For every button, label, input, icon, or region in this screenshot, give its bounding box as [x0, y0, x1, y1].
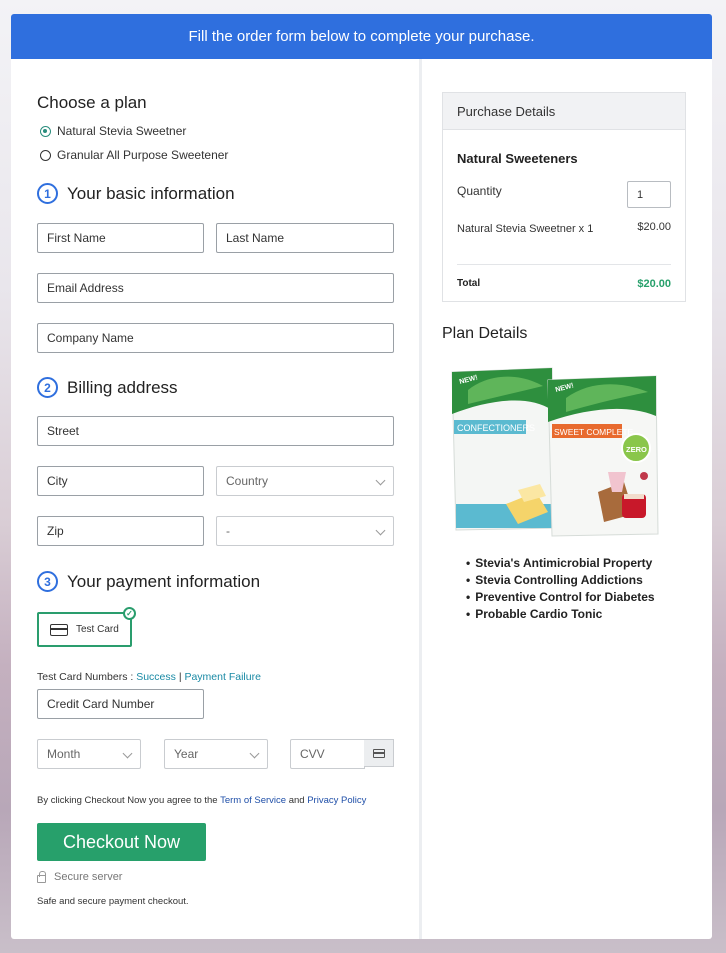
terms-and: and	[288, 795, 305, 806]
test-card-option[interactable]: Test Card ✓	[37, 607, 136, 647]
cvv-input[interactable]: CVV	[290, 739, 365, 769]
step-number: 2	[37, 377, 58, 398]
product-title: Natural Sweeteners	[457, 151, 578, 166]
year-select-value: Year	[174, 747, 199, 761]
success-link[interactable]: Success	[136, 671, 176, 683]
cvv-card-icon	[364, 739, 394, 767]
plan-option-granular[interactable]: Granular All Purpose Sweetener	[40, 148, 228, 162]
month-select-value: Month	[47, 747, 81, 761]
street-input[interactable]: Street	[37, 416, 394, 446]
line-item-price: $20.00	[637, 221, 671, 233]
list-item: Stevia's Antimicrobial Property	[466, 555, 655, 572]
radio-unselected-icon	[40, 149, 51, 161]
credit-card-icon	[50, 623, 68, 636]
banner-text: Fill the order form below to complete yo…	[188, 28, 535, 45]
privacy-policy-link[interactable]: Privacy Policy	[307, 795, 366, 806]
company-input[interactable]: Company Name	[37, 323, 394, 353]
plan-option-label: Natural Stevia Sweetner	[57, 124, 187, 138]
quantity-label: Quantity	[457, 184, 502, 198]
terms-of-service-link[interactable]: Term of Service	[220, 795, 286, 806]
step-basic-info: 1 Your basic information	[37, 183, 235, 204]
country-select[interactable]: Country	[216, 466, 394, 496]
purchase-details-box: Purchase Details Natural Sweeteners Quan…	[442, 92, 686, 302]
line-item-name: Natural Stevia Sweetner x 1	[457, 223, 594, 235]
test-numbers-label: Test Card Numbers :	[37, 671, 134, 683]
country-select-value: Country	[226, 474, 269, 488]
order-form-card: Choose a plan Natural Stevia Sweetner Gr…	[11, 59, 712, 939]
terms-text: By clicking Checkout Now you agree to th…	[37, 795, 366, 806]
list-item: Preventive Control for Diabetes	[466, 589, 654, 606]
step-heading: Your basic information	[67, 183, 235, 203]
chevron-down-icon	[375, 475, 386, 486]
quantity-input[interactable]: 1	[627, 181, 671, 208]
link-separator: |	[178, 671, 182, 683]
plan-details-heading: Plan Details	[442, 325, 528, 342]
chevron-down-icon	[375, 525, 386, 536]
total-value: $20.00	[637, 278, 671, 290]
test-card-numbers: Test Card Numbers : Success | Payment Fa…	[37, 671, 261, 683]
test-card-label: Test Card	[76, 624, 119, 635]
radio-selected-icon	[40, 125, 51, 137]
list-item: Stevia Controlling Addictions	[466, 572, 655, 589]
payment-failure-link[interactable]: Payment Failure	[184, 671, 260, 683]
year-select[interactable]: Year	[164, 739, 268, 769]
sweet-complete-bag: SWEET COMPLETE NEW! ZERO	[547, 375, 659, 537]
check-icon: ✓	[123, 607, 136, 620]
plan-heading: Choose a plan	[37, 93, 147, 112]
step-payment: 3 Your payment information	[37, 571, 260, 592]
chevron-down-icon	[249, 748, 260, 759]
bag-left-text: CONFECTIONERS	[457, 423, 535, 433]
secure-server-label: Secure server	[54, 871, 123, 883]
month-select[interactable]: Month	[37, 739, 141, 769]
product-image: CONFECTIONERS NEW! SWEET COMPLETE NEW! Z…	[451, 367, 659, 537]
bag-right-text: SWEET COMPLETE	[554, 427, 634, 437]
step-billing: 2 Billing address	[37, 377, 178, 398]
zip-input[interactable]: Zip	[37, 516, 204, 546]
card-number-input[interactable]: Credit Card Number	[37, 689, 204, 719]
column-divider	[419, 59, 422, 939]
plan-option-label: Granular All Purpose Sweetener	[57, 148, 229, 162]
terms-prefix: By clicking Checkout Now you agree to th…	[37, 795, 218, 806]
confectioners-bag: CONFECTIONERS NEW!	[451, 367, 557, 531]
step-heading: Billing address	[67, 377, 178, 397]
city-input[interactable]: City	[37, 466, 204, 496]
chevron-down-icon	[122, 748, 133, 759]
step-heading: Your payment information	[67, 571, 261, 591]
lock-icon	[37, 870, 46, 883]
bag-badge-text: ZERO	[626, 445, 647, 454]
step-number: 3	[37, 571, 58, 592]
list-item: Probable Cardio Tonic	[466, 606, 655, 623]
plan-features-list: Stevia's Antimicrobial Property Stevia C…	[466, 555, 655, 623]
secure-server: Secure server	[37, 870, 123, 883]
top-banner: Fill the order form below to complete yo…	[11, 14, 712, 59]
email-input[interactable]: Email Address	[37, 273, 394, 303]
purchase-details-heading: Purchase Details	[443, 93, 685, 130]
first-name-input[interactable]: First Name	[37, 223, 204, 253]
state-select-value: -	[226, 524, 230, 538]
total-divider	[457, 264, 671, 265]
total-label: Total	[457, 278, 481, 289]
checkout-now-button[interactable]: Checkout Now	[37, 823, 206, 861]
plan-option-stevia[interactable]: Natural Stevia Sweetner	[40, 124, 186, 138]
last-name-input[interactable]: Last Name	[216, 223, 394, 253]
secure-note: Safe and secure payment checkout.	[37, 896, 189, 907]
state-select[interactable]: -	[216, 516, 394, 546]
step-number: 1	[37, 183, 58, 204]
